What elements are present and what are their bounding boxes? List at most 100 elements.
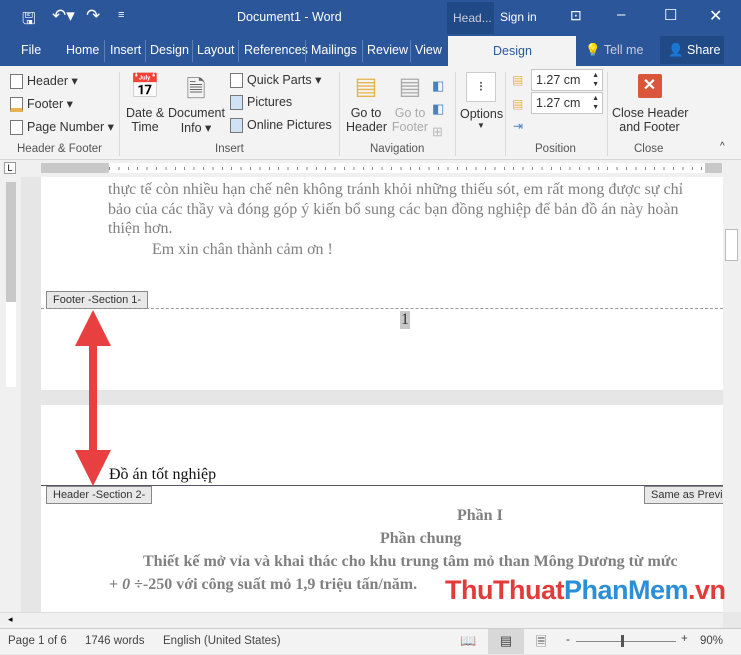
footer-button[interactable]: Footer ▾ (10, 96, 73, 113)
options-dropdown-icon: ▼ (477, 121, 485, 130)
document-info-label-2: Info ▾ (180, 121, 212, 135)
title-bar: 🖫 ↶▾ ↷ ≡ Document1 - Word Head... Sign i… (0, 0, 741, 34)
footer-position-icon: ▤ (512, 97, 524, 111)
go-to-header-button[interactable]: ▤ Go to Header (346, 72, 387, 134)
options-label: Options (460, 107, 504, 121)
insert-alignment-tab-icon[interactable]: ⇥ (513, 119, 523, 133)
sign-in-link[interactable]: Sign in (500, 10, 537, 24)
redo-icon[interactable]: ↷ (86, 6, 100, 26)
date-time-button[interactable]: 📅 Date & Time (126, 72, 164, 134)
print-layout-icon[interactable]: ▤ (488, 629, 524, 654)
group-navigation: Navigation (370, 143, 425, 155)
horizontal-scrollbar[interactable]: ◂ (0, 612, 723, 628)
go-to-footer-icon: ▤ (398, 73, 422, 100)
vertical-ruler-area (0, 177, 21, 612)
vertical-ruler[interactable] (6, 302, 16, 387)
footer-separator (41, 308, 723, 309)
document-area[interactable]: thực tế còn nhiều hạn chế nên không trán… (21, 177, 723, 612)
options-button[interactable]: ⁝ Options ▼ (460, 72, 504, 130)
footer-position-input[interactable]: 1.27 cm ▲ ▼ (531, 92, 603, 114)
horizontal-ruler[interactable]: L (0, 160, 741, 177)
heading-part: Phần I (457, 507, 503, 524)
scroll-left-icon[interactable]: ◂ (8, 614, 13, 625)
header-position-icon: ▤ (512, 73, 524, 87)
page-number-icon (10, 120, 23, 136)
go-to-footer-button[interactable]: ▤ Go to Footer (390, 72, 430, 134)
header-footer-tools-label: Head... (447, 2, 494, 34)
tab-mailings[interactable]: Mailings (311, 43, 357, 57)
online-pictures-label: Online Pictures (247, 118, 332, 132)
page-number-button[interactable]: Page Number ▾ (10, 119, 114, 136)
footer-label: Footer (27, 97, 64, 111)
vertical-scrollbar[interactable] (723, 177, 741, 612)
share-button[interactable]: 👤 Share (660, 36, 724, 64)
tab-references[interactable]: References (244, 43, 308, 57)
customize-qat-icon[interactable]: ≡ (118, 9, 124, 21)
web-layout-icon[interactable]: 🗏 (536, 633, 546, 655)
tab-review[interactable]: Review (367, 43, 408, 57)
save-icon[interactable]: 🖫 (22, 8, 36, 35)
minimize-button[interactable]: – (617, 6, 625, 23)
close-x-icon: ✕ (637, 74, 662, 98)
previous-next-icons[interactable]: ◧ ◧ ⊞ (432, 74, 444, 143)
language[interactable]: English (United States) (163, 635, 281, 647)
header-button[interactable]: Header ▾ (10, 73, 78, 90)
window-title: Document1 - Word (237, 10, 342, 24)
header-text[interactable]: Đồ án tốt nghiệp (109, 466, 216, 484)
vertical-scroll-thumb[interactable] (725, 229, 738, 261)
read-mode-icon[interactable]: 📖 (460, 633, 476, 649)
status-bar: Page 1 of 6 1746 words English (United S… (0, 628, 741, 654)
undo-icon[interactable]: ↶▾ (52, 6, 75, 26)
tab-layout[interactable]: Layout (197, 43, 235, 57)
body-line: thực tế còn nhiều hạn chế nên không trán… (108, 181, 684, 198)
ribbon-display-icon[interactable]: ⊡ (570, 7, 582, 24)
tab-home[interactable]: Home (66, 43, 99, 57)
tab-insert[interactable]: Insert (110, 43, 141, 57)
body-line: bảo của các thầy và đóng góp ý kiến bổ s… (108, 201, 679, 218)
pictures-button[interactable]: Pictures (230, 95, 293, 111)
page-count[interactable]: Page 1 of 6 (8, 635, 67, 647)
page-1[interactable]: thực tế còn nhiều hạn chế nên không trán… (41, 177, 723, 390)
red-double-arrow (75, 310, 111, 486)
close-button[interactable]: ✕ (709, 6, 722, 26)
word-count[interactable]: 1746 words (85, 635, 144, 647)
zoom-slider[interactable] (576, 641, 676, 642)
tab-design[interactable]: Design (150, 43, 189, 57)
thanks-line: Em xin chân thành cảm ơn ! (152, 241, 333, 258)
options-icon: ⁝ (466, 72, 496, 102)
heading-general: Phần chung (380, 530, 462, 547)
tell-me-search[interactable]: 💡 Tell me (585, 43, 643, 58)
tab-selector[interactable]: L (4, 162, 16, 174)
tab-view[interactable]: View (415, 43, 442, 57)
document-info-label-1: Document (168, 106, 225, 120)
quick-parts-label: Quick Parts (247, 73, 312, 87)
online-pictures-button[interactable]: Online Pictures (230, 118, 332, 134)
close-label-2: and Footer (619, 120, 680, 134)
collapse-ribbon-icon[interactable]: ^ (720, 141, 725, 152)
group-position: Position (535, 143, 576, 155)
go-to-footer-label-1: Go to (394, 106, 426, 120)
zoom-level[interactable]: 90% (700, 635, 723, 647)
zoom-out-button[interactable]: - (566, 634, 570, 646)
pictures-label: Pictures (247, 95, 293, 109)
tab-hf-design[interactable]: Design (448, 36, 576, 66)
header-label: Header (27, 74, 68, 88)
vertical-ruler-margin (6, 182, 16, 302)
close-header-footer-button[interactable]: ✕ Close Header and Footer (612, 74, 688, 134)
calendar-icon: 📅 (130, 73, 160, 100)
zoom-slider-thumb[interactable] (621, 635, 624, 647)
header-icon (10, 74, 23, 90)
page-number-field[interactable]: 1 (400, 311, 410, 329)
online-pictures-icon (230, 118, 243, 134)
document-info-icon: 🗎 (186, 76, 206, 103)
zoom-in-button[interactable]: + (681, 633, 688, 645)
group-header-footer: Header & Footer (17, 143, 103, 155)
tab-file[interactable]: File (21, 43, 41, 57)
maximize-button[interactable]: ☐ (664, 6, 677, 24)
header-position-input[interactable]: 1.27 cm ▲ ▼ (531, 69, 603, 91)
document-info-button[interactable]: 🗎 Document Info ▾ (168, 72, 225, 135)
quick-parts-icon (230, 73, 243, 89)
quick-parts-button[interactable]: Quick Parts ▾ (230, 72, 321, 89)
go-to-footer-label-2: Footer (391, 120, 429, 134)
date-time-label-2: Time (131, 120, 159, 134)
